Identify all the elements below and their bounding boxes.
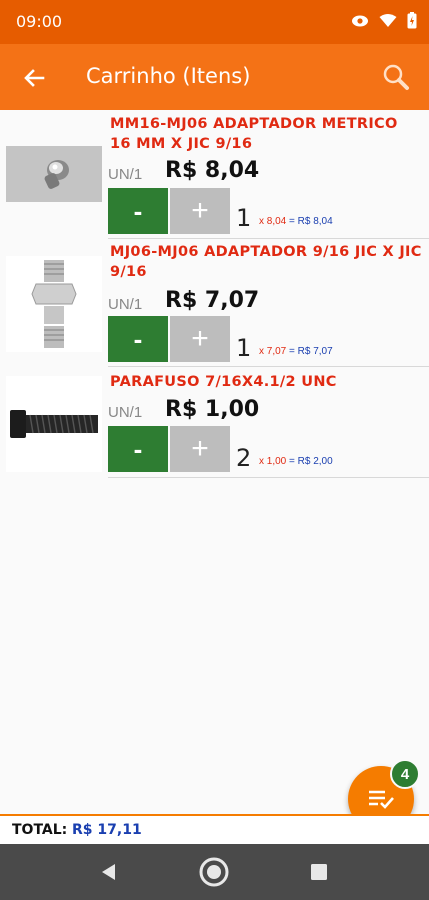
circle-home-icon [199,857,229,887]
total-value: R$ 17,11 [72,822,142,838]
increase-quantity-button[interactable]: + [170,188,230,234]
unit-label: UN/1 [108,296,143,313]
cart-count-badge: 4 [390,759,420,789]
subtotal-calc: x 1,00 = R$ 2,00 [259,456,333,467]
status-icons [351,12,417,29]
cart-item: PARAFUSO 7/16X4.1/2 UNC UN/1 R$ 1,00 - +… [0,370,429,480]
calc-multiplier: x 7,07 [259,346,287,357]
total-label: TOTAL: [12,822,68,838]
status-bar: 09:00 [0,0,429,44]
decrease-quantity-button[interactable]: - [108,426,168,472]
product-image [6,256,102,352]
unit-price: R$ 1,00 [165,397,260,422]
page-title: Carrinho (Itens) [86,64,251,88]
subtotal-calc: x 7,07 = R$ 7,07 [259,346,333,357]
product-name: PARAFUSO 7/16X4.1/2 UNC [110,374,337,390]
nav-home-button[interactable] [198,856,230,888]
item-divider [108,366,429,367]
increase-quantity-button[interactable]: + [170,316,230,362]
square-recents-icon [311,864,327,880]
app-bar: Carrinho (Itens) [0,44,429,110]
product-image [6,376,102,472]
decrease-quantity-button[interactable]: - [108,188,168,234]
item-divider [108,238,429,239]
product-image [6,146,102,202]
product-name: MM16-MJ06 ADAPTADOR METRICO 16 MM X JIC … [110,116,398,152]
cart-item: MJ06-MJ06 ADAPTADOR 9/16 JIC X JIC 9/16 … [0,240,429,370]
unit-price: R$ 7,07 [165,288,260,313]
increase-quantity-button[interactable]: + [170,426,230,472]
product-name: MJ06-MJ06 ADAPTADOR 9/16 JIC X JIC 9/16 [110,244,422,280]
decrease-quantity-button[interactable]: - [108,316,168,362]
quantity-value: 2 [236,444,252,472]
search-icon [383,64,409,90]
battery-icon [407,12,417,29]
calc-result: = R$ 2,00 [289,456,333,467]
calc-result: = R$ 8,04 [289,216,333,227]
unit-label: UN/1 [108,404,143,421]
total-bar: TOTAL: R$ 17,11 [0,814,429,844]
quantity-value: 1 [236,204,252,232]
calc-multiplier: x 8,04 [259,216,287,227]
triangle-back-icon [102,864,115,880]
arrow-back-icon [24,69,45,87]
unit-price: R$ 8,04 [165,158,260,183]
calc-result: = R$ 7,07 [289,346,333,357]
eye-icon [352,15,368,26]
nav-recents-button[interactable] [303,856,335,888]
unit-label: UN/1 [108,166,143,183]
nav-back-button[interactable] [93,856,125,888]
back-button[interactable] [18,62,50,94]
wifi-icon [379,14,397,27]
system-nav-bar [0,844,429,900]
quantity-value: 1 [236,334,252,362]
status-time: 09:00 [16,12,63,31]
search-button[interactable] [379,60,413,94]
subtotal-calc: x 8,04 = R$ 8,04 [259,216,333,227]
cart-item: MM16-MJ06 ADAPTADOR METRICO 16 MM X JIC … [0,110,429,240]
playlist-check-icon [369,790,394,809]
item-divider [108,477,429,478]
calc-multiplier: x 1,00 [259,456,287,467]
